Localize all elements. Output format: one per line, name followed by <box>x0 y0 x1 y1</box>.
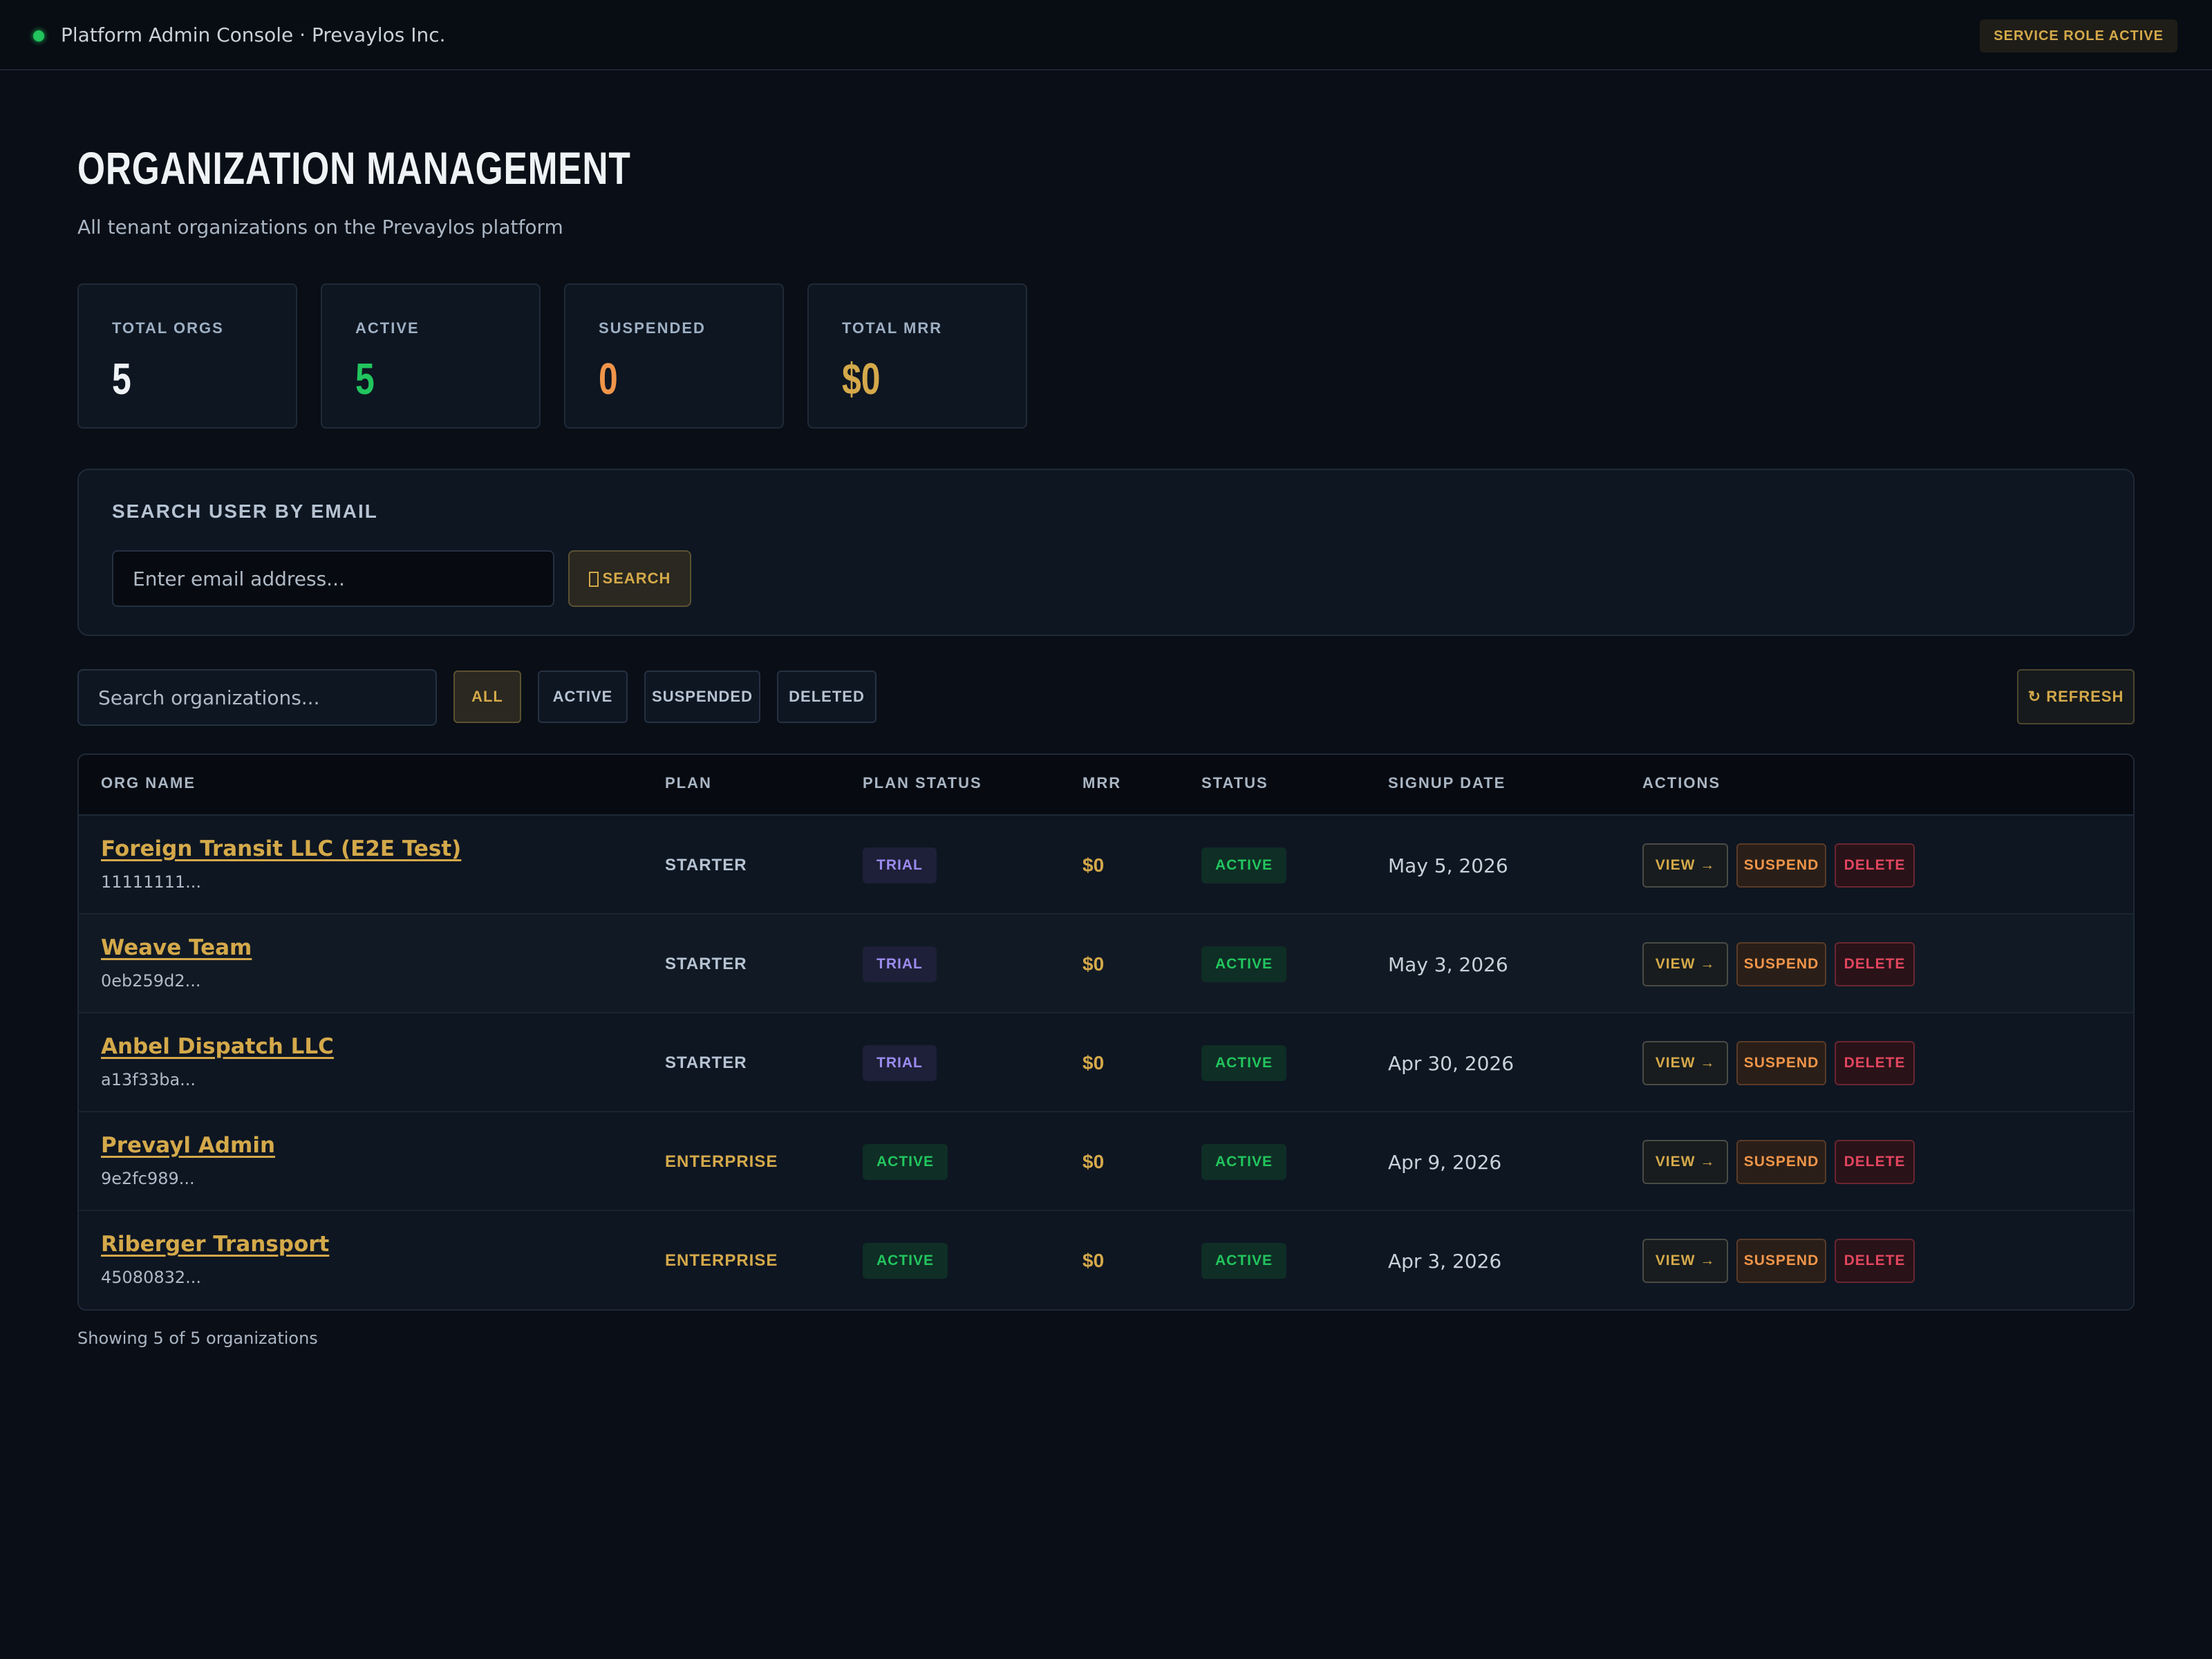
mrr-value: $0 <box>1082 854 1105 876</box>
console-title: Platform Admin Console · Prevaylos Inc. <box>61 24 446 46</box>
status-badge: ACTIVE <box>1201 847 1287 883</box>
filter-suspended-button[interactable]: SUSPENDED <box>644 671 760 723</box>
delete-button[interactable]: DELETE <box>1835 1041 1915 1085</box>
search-icon <box>588 572 599 588</box>
column-header-signup-date: SIGNUP DATE <box>1388 774 1506 791</box>
stat-card-active: ACTIVE 5 <box>321 283 541 429</box>
plan-status-badge: TRIAL <box>863 847 937 883</box>
stat-card-total-orgs: TOTAL ORGS 5 <box>77 283 297 429</box>
suspend-button[interactable]: SUSPEND <box>1736 1239 1826 1283</box>
plan-status-badge: ACTIVE <box>863 1243 948 1279</box>
stat-value: 0 <box>599 354 618 404</box>
email-search-input[interactable] <box>112 550 554 607</box>
organizations-table: ORG NAME PLAN PLAN STATUS MRR STATUS SIG… <box>77 753 2135 1311</box>
table-row: Weave Team 0eb259d2... STARTER TRIAL $0 … <box>79 915 2133 1013</box>
status-badge: ACTIVE <box>1201 946 1287 982</box>
refresh-button[interactable]: ↻ REFRESH <box>2017 669 2135 724</box>
column-header-actions: ACTIONS <box>1642 774 1721 791</box>
view-button[interactable]: VIEW → <box>1642 1041 1728 1085</box>
stat-card-suspended: SUSPENDED 0 <box>564 283 784 429</box>
status-badge: ACTIVE <box>1201 1045 1287 1081</box>
view-button[interactable]: VIEW → <box>1642 1140 1728 1184</box>
table-row: Riberger Transport 45080832... ENTERPRIS… <box>79 1211 2133 1309</box>
plan-status-badge: TRIAL <box>863 1045 937 1081</box>
top-bar: Platform Admin Console · Prevaylos Inc. … <box>0 0 2212 71</box>
suspend-button[interactable]: SUSPEND <box>1736 1140 1826 1184</box>
table-row: Foreign Transit LLC (E2E Test) 11111111.… <box>79 816 2133 915</box>
table-row: Prevayl Admin 9e2fc989... ENTERPRISE ACT… <box>79 1112 2133 1211</box>
page-title: ORGANIZATION MANAGEMENT <box>77 142 631 194</box>
stat-label: TOTAL MRR <box>842 319 943 337</box>
delete-button[interactable]: DELETE <box>1835 1239 1915 1283</box>
mrr-value: $0 <box>1082 953 1105 975</box>
plan-label: ENTERPRISE <box>665 1152 778 1171</box>
filter-active-button[interactable]: ACTIVE <box>538 671 628 723</box>
stat-label: SUSPENDED <box>599 319 706 337</box>
stat-label: ACTIVE <box>355 319 420 337</box>
email-search-button[interactable]: SEARCH <box>568 550 691 607</box>
org-id: a13f33ba... <box>101 1070 196 1089</box>
mrr-value: $0 <box>1082 1052 1105 1074</box>
org-id: 45080832... <box>101 1268 202 1287</box>
view-button[interactable]: VIEW → <box>1642 843 1728 888</box>
signup-date: Apr 9, 2026 <box>1388 1151 1502 1174</box>
org-id: 0eb259d2... <box>101 971 201 991</box>
email-search-button-label: SEARCH <box>602 570 671 587</box>
column-header-org-name: ORG NAME <box>101 774 196 791</box>
email-search-label: SEARCH USER BY EMAIL <box>112 500 378 522</box>
table-row: Anbel Dispatch LLC a13f33ba... STARTER T… <box>79 1013 2133 1112</box>
view-button[interactable]: VIEW → <box>1642 942 1728 986</box>
stat-label: TOTAL ORGS <box>112 319 224 337</box>
plan-label: STARTER <box>665 1053 747 1072</box>
suspend-button[interactable]: SUSPEND <box>1736 942 1826 986</box>
view-button[interactable]: VIEW → <box>1642 1239 1728 1283</box>
mrr-value: $0 <box>1082 1250 1105 1271</box>
signup-date: Apr 3, 2026 <box>1388 1250 1502 1273</box>
column-header-plan: PLAN <box>665 774 712 791</box>
status-badge: ACTIVE <box>1201 1144 1287 1180</box>
filter-all-button[interactable]: ALL <box>453 671 521 723</box>
table-header: ORG NAME PLAN PLAN STATUS MRR STATUS SIG… <box>79 755 2133 816</box>
org-name-link[interactable]: Foreign Transit LLC (E2E Test) <box>101 836 461 861</box>
results-summary: Showing 5 of 5 organizations <box>77 1329 318 1348</box>
delete-button[interactable]: DELETE <box>1835 843 1915 888</box>
column-header-mrr: MRR <box>1082 774 1122 791</box>
plan-label: STARTER <box>665 856 747 874</box>
filter-deleted-button[interactable]: DELETED <box>777 671 877 723</box>
plan-label: STARTER <box>665 955 747 973</box>
plan-status-badge: TRIAL <box>863 946 937 982</box>
status-badge: ACTIVE <box>1201 1243 1287 1279</box>
stat-value: $0 <box>842 354 881 404</box>
stat-value: 5 <box>112 354 131 404</box>
signup-date: May 5, 2026 <box>1388 854 1508 877</box>
plan-label: ENTERPRISE <box>665 1251 778 1270</box>
org-name-link[interactable]: Prevayl Admin <box>101 1133 275 1158</box>
org-id: 11111111... <box>101 872 202 892</box>
org-name-link[interactable]: Anbel Dispatch LLC <box>101 1034 334 1059</box>
org-id: 9e2fc989... <box>101 1169 195 1188</box>
org-name-link[interactable]: Weave Team <box>101 935 252 960</box>
signup-date: May 3, 2026 <box>1388 953 1508 976</box>
org-search-input[interactable] <box>77 669 437 726</box>
service-role-badge: SERVICE ROLE ACTIVE <box>1980 19 2177 53</box>
column-header-status: STATUS <box>1201 774 1268 791</box>
stat-card-total-mrr: TOTAL MRR $0 <box>807 283 1027 429</box>
delete-button[interactable]: DELETE <box>1835 1140 1915 1184</box>
status-dot-icon <box>33 30 44 41</box>
page-subtitle: All tenant organizations on the Prevaylo… <box>77 216 563 238</box>
suspend-button[interactable]: SUSPEND <box>1736 1041 1826 1085</box>
plan-status-badge: ACTIVE <box>863 1144 948 1180</box>
delete-button[interactable]: DELETE <box>1835 942 1915 986</box>
org-name-link[interactable]: Riberger Transport <box>101 1232 329 1257</box>
stat-value: 5 <box>355 354 375 404</box>
mrr-value: $0 <box>1082 1151 1105 1172</box>
suspend-button[interactable]: SUSPEND <box>1736 843 1826 888</box>
column-header-plan-status: PLAN STATUS <box>863 774 982 791</box>
user-email-search-panel: SEARCH USER BY EMAIL SEARCH <box>77 469 2135 636</box>
signup-date: Apr 30, 2026 <box>1388 1052 1515 1075</box>
